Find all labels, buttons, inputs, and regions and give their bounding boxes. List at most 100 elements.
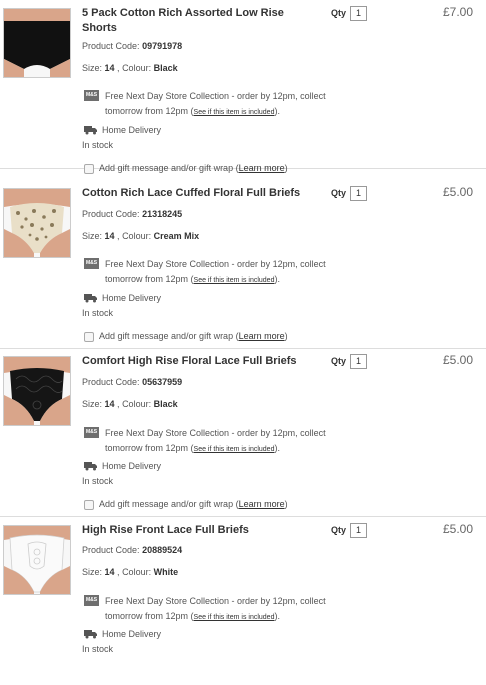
product-image [4, 357, 70, 425]
product-title[interactable]: Cotton Rich Lace Cuffed Floral Full Brie… [82, 186, 312, 201]
item-price: £5.00 [442, 185, 473, 199]
delivery-van-icon [84, 294, 97, 303]
product-code-value: 21318245 [142, 209, 183, 219]
gift-checkbox[interactable] [84, 164, 94, 174]
learn-more-link[interactable]: Learn more [239, 499, 285, 509]
product-code-label: Product Code: [82, 209, 140, 219]
item-price: £5.00 [442, 353, 473, 367]
gift-text: Add gift message and/or gift wrap (Learn… [99, 331, 288, 341]
learn-more-link[interactable]: Learn more [239, 163, 285, 173]
gift-checkbox[interactable] [84, 332, 94, 342]
gift-label: Add gift message and/or gift wrap ( [99, 331, 239, 341]
store-collection-icon: M&S [84, 258, 99, 269]
stock-status: In stock [82, 476, 114, 486]
qty-label: Qty [331, 8, 347, 18]
delivery-van-icon [84, 126, 97, 135]
home-delivery-label: Home Delivery [102, 293, 162, 303]
collection-text: Free Next Day Store Collection - order b… [105, 426, 365, 457]
size-value: 14 [104, 567, 115, 577]
product-code-row: Product Code: 05637959 [82, 377, 182, 387]
product-code-value: 20889524 [142, 545, 183, 555]
collection-line-2-prefix: tomorrow from 12pm ( [105, 611, 194, 621]
qty-input[interactable]: 1 [350, 186, 367, 201]
colour-value: Black [153, 63, 178, 73]
collection-line-1: Free Next Day Store Collection - order b… [105, 259, 326, 269]
qty-label: Qty [331, 525, 347, 535]
collection-line-1: Free Next Day Store Collection - order b… [105, 596, 326, 606]
gift-label: Add gift message and/or gift wrap ( [99, 499, 239, 509]
product-code-row: Product Code: 20889524 [82, 545, 182, 555]
stock-status: In stock [82, 644, 114, 654]
stock-status: In stock [82, 140, 114, 150]
collection-line-1: Free Next Day Store Collection - order b… [105, 91, 326, 101]
product-code-label: Product Code: [82, 377, 140, 387]
item-price: £5.00 [442, 522, 473, 536]
product-code-value: 05637959 [142, 377, 183, 387]
qty-label: Qty [331, 188, 347, 198]
colour-label: Colour: [122, 399, 152, 409]
product-image [4, 526, 70, 594]
gift-label-suffix: ) [284, 163, 288, 173]
basket-item: Cotton Rich Lace Cuffed Floral Full Brie… [0, 180, 486, 349]
colour-label: Colour: [122, 231, 152, 241]
collection-line-2-suffix: ). [274, 611, 280, 621]
gift-text: Add gift message and/or gift wrap (Learn… [99, 499, 288, 509]
home-delivery-label: Home Delivery [102, 125, 162, 135]
size-label: Size: [82, 63, 103, 73]
gift-label-suffix: ) [284, 331, 288, 341]
qty-label: Qty [331, 356, 347, 366]
product-title[interactable]: 5 Pack Cotton Rich Assorted Low Rise Sho… [82, 6, 312, 36]
see-if-included-link[interactable]: See if this item is included [194, 277, 275, 284]
product-code-row: Product Code: 09791978 [82, 41, 182, 51]
collection-line-2-prefix: tomorrow from 12pm ( [105, 443, 194, 453]
store-collection-icon: M&S [84, 595, 99, 606]
qty-input[interactable]: 1 [350, 6, 367, 21]
basket-item: 5 Pack Cotton Rich Assorted Low Rise Sho… [0, 0, 486, 174]
collection-line-2-prefix: tomorrow from 12pm ( [105, 274, 194, 284]
size-label: Size: [82, 231, 103, 241]
gift-checkbox[interactable] [84, 500, 94, 510]
product-image [4, 9, 70, 77]
product-thumbnail[interactable] [3, 8, 71, 78]
colour-label: Colour: [122, 567, 152, 577]
size-value: 14 [104, 399, 115, 409]
see-if-included-link[interactable]: See if this item is included [194, 446, 275, 453]
item-price: £7.00 [442, 5, 473, 19]
size-label: Size: [82, 567, 103, 577]
gift-text: Add gift message and/or gift wrap (Learn… [99, 163, 288, 173]
delivery-van-icon [84, 630, 97, 639]
collection-text: Free Next Day Store Collection - order b… [105, 89, 365, 120]
see-if-included-link[interactable]: See if this item is included [194, 109, 275, 116]
product-thumbnail[interactable] [3, 188, 71, 258]
product-code-value: 09791978 [142, 41, 183, 51]
product-code-label: Product Code: [82, 545, 140, 555]
product-image [4, 189, 70, 257]
product-code-label: Product Code: [82, 41, 140, 51]
colour-value: Cream Mix [153, 231, 200, 241]
size-value: 14 [104, 231, 115, 241]
size-colour-row: Size: 14 , Colour: White [82, 567, 179, 577]
qty-input[interactable]: 1 [350, 523, 367, 538]
size-colour-row: Size: 14 , Colour: Black [82, 399, 178, 409]
size-label: Size: [82, 399, 103, 409]
delivery-van-icon [84, 462, 97, 471]
product-title[interactable]: Comfort High Rise Floral Lace Full Brief… [82, 354, 312, 369]
collection-text: Free Next Day Store Collection - order b… [105, 594, 365, 625]
product-thumbnail[interactable] [3, 356, 71, 426]
gift-label: Add gift message and/or gift wrap ( [99, 163, 239, 173]
product-thumbnail[interactable] [3, 525, 71, 595]
colour-value: White [153, 567, 179, 577]
collection-line-2-suffix: ). [274, 106, 280, 116]
size-value: 14 [104, 63, 115, 73]
store-collection-icon: M&S [84, 90, 99, 101]
see-if-included-link[interactable]: See if this item is included [194, 614, 275, 621]
collection-line-2-suffix: ). [274, 443, 280, 453]
collection-line-2-suffix: ). [274, 274, 280, 284]
basket-item: Comfort High Rise Floral Lace Full Brief… [0, 348, 486, 517]
product-title[interactable]: High Rise Front Lace Full Briefs [82, 523, 312, 538]
learn-more-link[interactable]: Learn more [239, 331, 285, 341]
collection-text: Free Next Day Store Collection - order b… [105, 257, 365, 288]
qty-input[interactable]: 1 [350, 354, 367, 369]
home-delivery-label: Home Delivery [102, 629, 162, 639]
store-collection-icon: M&S [84, 427, 99, 438]
